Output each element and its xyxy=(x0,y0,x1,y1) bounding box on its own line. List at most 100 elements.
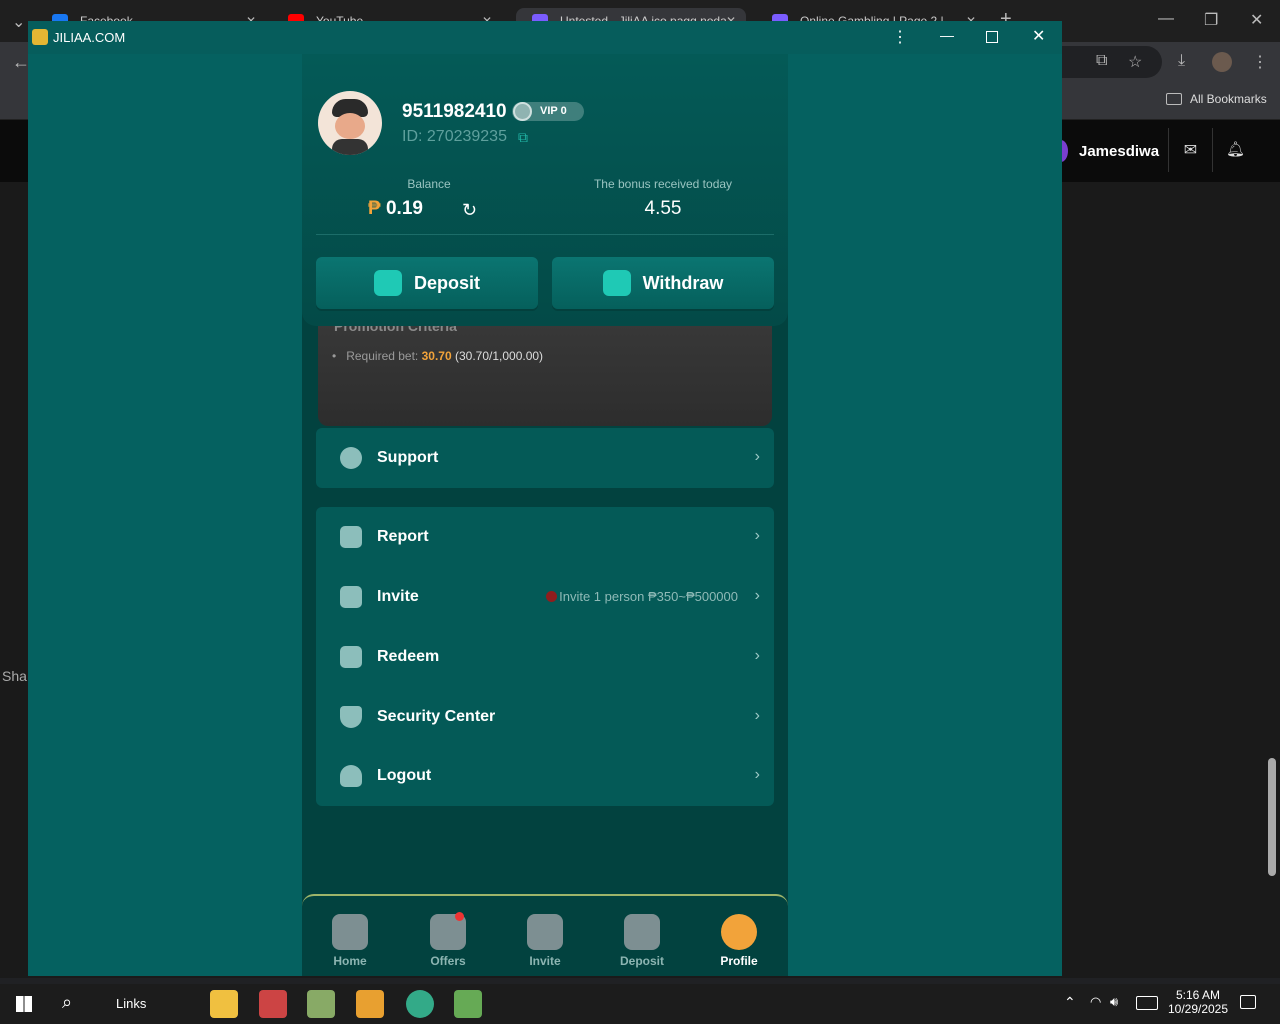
user-id: ID: 270239235 xyxy=(402,128,507,145)
clock-time: 5:16 AM xyxy=(1175,988,1221,1002)
report-icon xyxy=(340,526,362,548)
jiliaa-taskbar-icon[interactable] xyxy=(454,990,482,1018)
app-maximize-icon[interactable] xyxy=(986,31,998,43)
vip-icon xyxy=(513,102,532,121)
app-window: JILIAA.COM ⋮ — ✕ 9511982410 VIP 0 ID: 27… xyxy=(28,21,1062,976)
search-icon[interactable]: ⌕ xyxy=(62,992,72,1013)
chrome-icon[interactable] xyxy=(406,990,434,1018)
app-window-title: JILIAA.COM xyxy=(53,30,126,45)
site-username[interactable]: Jamesdiwa xyxy=(1079,143,1159,160)
vip-badge[interactable]: VIP 0 xyxy=(512,102,584,121)
media-icon[interactable] xyxy=(356,990,384,1018)
clock[interactable]: 5:16 AM 10/29/2025 xyxy=(1160,988,1236,1016)
menu-kebab-icon[interactable]: ⋮ xyxy=(1252,52,1268,72)
app-close-icon[interactable]: ✕ xyxy=(1032,26,1045,46)
app-minimize-icon[interactable]: — xyxy=(940,27,954,43)
keyboard-icon[interactable] xyxy=(1136,996,1158,1010)
menu-label: Support xyxy=(377,449,439,466)
nav-label: Home xyxy=(333,954,367,968)
copy-icon[interactable]: ⧉ xyxy=(518,129,534,145)
chevron-up-icon[interactable]: ⌃ xyxy=(1064,994,1076,1011)
menu-label: Invite xyxy=(377,588,419,605)
minimize-icon[interactable]: — xyxy=(1158,10,1174,28)
jiliaa-logo-icon xyxy=(32,29,48,45)
nav-offers[interactable]: Offers xyxy=(408,912,488,968)
file-explorer-icon[interactable] xyxy=(210,990,238,1018)
menu-item-support[interactable]: Support › xyxy=(316,428,774,488)
refresh-icon[interactable]: ↻ xyxy=(462,200,477,221)
nav-label: Invite xyxy=(529,954,561,968)
app-menu-icon[interactable]: ⋮ xyxy=(892,27,908,47)
menu-item-logout[interactable]: Logout › xyxy=(316,746,774,806)
wallet-icon xyxy=(602,270,631,296)
bookmark-star-icon[interactable]: ☆ xyxy=(1128,52,1142,72)
restore-icon[interactable]: ❐ xyxy=(1204,10,1218,30)
avatar-body xyxy=(332,139,368,155)
withdraw-label: Withdraw xyxy=(642,272,724,293)
required-bet-label: Required bet: xyxy=(346,349,419,363)
bell-icon[interactable]: 🔔︎ xyxy=(1212,128,1258,172)
network-icon[interactable]: ◠ xyxy=(1090,994,1101,1010)
required-bet-progress: (30.70/1,000.00) xyxy=(454,349,544,363)
ticket-icon xyxy=(340,646,362,668)
scrollbar-thumb[interactable] xyxy=(1268,758,1276,876)
chevron-right-icon: › xyxy=(754,766,760,783)
currency-symbol: ₱ xyxy=(368,198,381,219)
menu-item-security-center[interactable]: Security Center › xyxy=(316,687,774,747)
profile-icon xyxy=(721,914,757,950)
avatar-face xyxy=(335,113,365,139)
nav-label: Offers xyxy=(430,954,466,968)
app-titlebar: JILIAA.COM ⋮ — ✕ xyxy=(28,21,1062,54)
user-phone: 9511982410 xyxy=(402,101,507,122)
profile-avatar[interactable] xyxy=(1212,52,1232,72)
menu-item-invite[interactable]: Invite Invite 1 person ₱350~₱500000 › xyxy=(316,567,774,627)
nav-invite[interactable]: Invite xyxy=(505,914,585,968)
install-app-icon[interactable]: ⧉ xyxy=(1096,52,1107,70)
deposit-button[interactable]: Deposit xyxy=(316,257,538,309)
nav-home[interactable]: Home xyxy=(310,914,390,968)
shield-icon xyxy=(340,706,362,728)
invite-note: Invite 1 person ₱350~₱500000 xyxy=(546,589,738,604)
volume-icon[interactable]: 🔊︎ xyxy=(1110,994,1118,1010)
mail-icon[interactable]: ✉ xyxy=(1168,128,1212,172)
notifications-icon[interactable] xyxy=(1240,995,1256,1009)
nav-label: Deposit xyxy=(619,954,664,968)
menu-label: Redeem xyxy=(377,648,440,665)
menu-card: Report › Invite Invite 1 person ₱350~₱50… xyxy=(316,507,774,806)
headset-icon xyxy=(340,447,362,469)
menu-item-redeem[interactable]: Redeem › xyxy=(316,627,774,687)
bell-invite-icon xyxy=(527,914,563,950)
all-bookmarks[interactable]: All Bookmarks xyxy=(1190,92,1267,106)
chevron-right-icon: › xyxy=(754,707,760,724)
divider xyxy=(316,234,774,235)
nav-deposit[interactable]: Deposit xyxy=(602,914,682,968)
clock-date: 10/29/2025 xyxy=(1167,1002,1229,1016)
windows-start-icon[interactable] xyxy=(16,996,32,1012)
balance-label: Balance xyxy=(407,177,451,191)
nav-profile[interactable]: Profile xyxy=(699,914,779,968)
gift-icon xyxy=(430,912,466,950)
app-icon[interactable] xyxy=(307,990,335,1018)
address-bar-tail[interactable] xyxy=(1062,46,1162,78)
logout-user-icon xyxy=(340,765,362,787)
menu-item-report[interactable]: Report › xyxy=(316,507,774,567)
close-window-icon[interactable]: ✕ xyxy=(1250,10,1263,30)
mobile-view: 9511982410 VIP 0 ID: 270239235 ⧉ Balance… xyxy=(302,54,788,976)
menu-label: Logout xyxy=(377,767,432,784)
robot-icon xyxy=(624,914,660,950)
vip-label: VIP 0 xyxy=(540,105,567,117)
tab-search-icon[interactable]: ⌄ xyxy=(12,12,25,32)
menu-label: Security Center xyxy=(377,708,496,725)
withdraw-button[interactable]: Withdraw xyxy=(552,257,774,309)
app-icon[interactable] xyxy=(259,990,287,1018)
notification-dot xyxy=(455,912,464,921)
promo-bullet: • Required bet: 30.70 (30.70/1,000.00) xyxy=(332,349,543,363)
balance-amount: 0.19 xyxy=(385,198,423,219)
avatar[interactable] xyxy=(318,91,382,155)
piggy-bank-icon xyxy=(373,270,402,296)
download-icon[interactable]: ⤓ xyxy=(1178,52,1185,70)
chevron-right-icon: › xyxy=(754,647,760,664)
gamepad-icon xyxy=(332,914,368,950)
links-toolbar[interactable]: Links xyxy=(116,996,146,1011)
menu-label: Report xyxy=(377,528,429,545)
